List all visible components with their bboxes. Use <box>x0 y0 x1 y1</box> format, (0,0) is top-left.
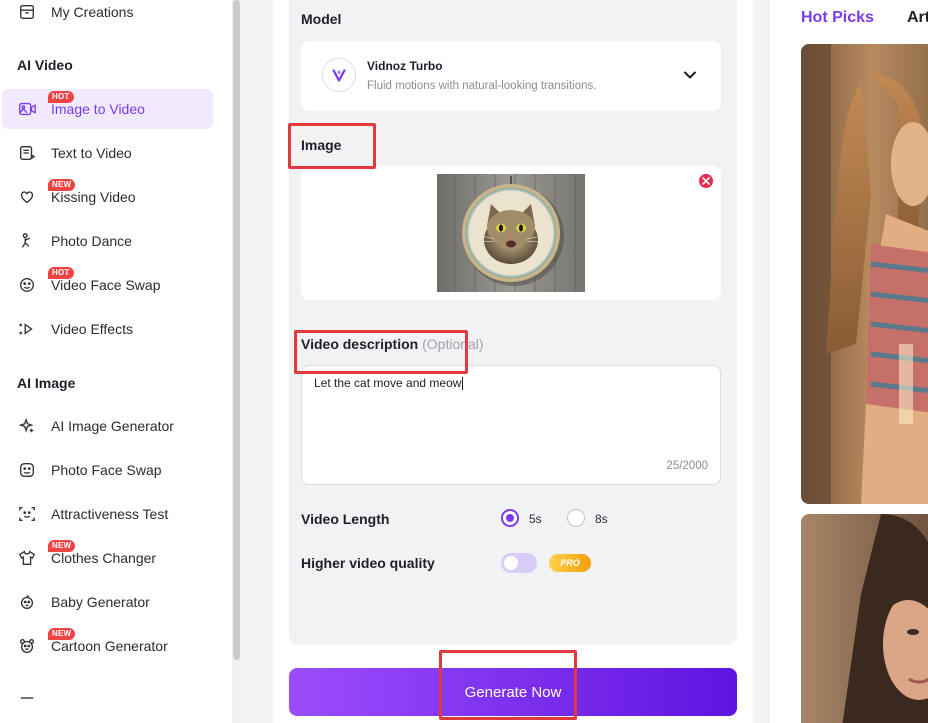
higher-quality-toggle[interactable] <box>501 553 537 573</box>
sidebar-item-label: Text to Video <box>51 145 132 161</box>
sidebar-item-my-creations[interactable]: My Creations <box>0 0 213 32</box>
sidebar-item-clothes-changer[interactable]: NEW Clothes Changer <box>0 538 213 578</box>
new-badge: NEW <box>48 628 76 640</box>
sidebar-item-label: Cartoon Generator <box>51 638 168 654</box>
tab-art[interactable]: Art <box>907 9 928 27</box>
sidebar-item-label: Clothes Changer <box>51 550 157 566</box>
sidebar-item-label: Photo Face Swap <box>51 462 162 478</box>
sidebar-item-video-face-swap[interactable]: HOT Video Face Swap <box>0 265 213 305</box>
pro-badge: PRO <box>549 554 591 572</box>
gallery-image-1[interactable] <box>801 44 928 504</box>
sidebar-item-ai-image-generator[interactable]: AI Image Generator <box>0 406 213 446</box>
tab-hot-picks[interactable]: Hot Picks <box>801 9 874 27</box>
sidebar-item-label: Image to Video <box>51 101 145 117</box>
text-caret <box>462 377 464 391</box>
cartoon-face-icon: NEW <box>17 628 76 656</box>
optional-hint: (Optional) <box>422 336 484 352</box>
sparkles-icon <box>17 416 37 436</box>
more-icon <box>17 688 37 708</box>
length-radio-8s[interactable] <box>567 509 585 527</box>
scrollbar-thumb[interactable] <box>233 0 240 660</box>
text-doc-icon <box>17 143 37 163</box>
sidebar-item-label: Attractiveness Test <box>51 506 169 522</box>
image-label: Image <box>301 137 342 153</box>
vidnoz-logo-icon <box>322 58 356 92</box>
sidebar-item-video-effects[interactable]: Video Effects <box>0 309 213 349</box>
face-swap-icon: HOT <box>17 267 74 295</box>
higher-quality-label: Higher video quality <box>301 555 435 571</box>
sidebar-item-partial[interactable] <box>0 678 213 718</box>
video-description-textarea[interactable]: Let the cat move and meow 25/2000 <box>301 365 721 485</box>
sidebar-item-label: Video Face Swap <box>51 277 161 293</box>
face-icon <box>17 460 37 480</box>
sidebar-item-text-to-video[interactable]: Text to Video <box>0 133 213 173</box>
sidebar-item-cartoon-generator[interactable]: NEW Cartoon Generator <box>0 626 213 666</box>
sidebar-scrollbar[interactable] <box>232 0 241 723</box>
length-radio-5s[interactable] <box>501 509 519 527</box>
sidebar-item-image-to-video[interactable]: HOT Image to Video <box>2 89 213 129</box>
model-description: Fluid motions with natural-looking trans… <box>367 80 597 92</box>
video-description-value: Let the cat move and meow <box>314 376 464 391</box>
shirt-icon: NEW <box>17 540 76 568</box>
sidebar-item-label: Kissing Video <box>51 189 136 205</box>
dance-icon <box>17 231 37 251</box>
sidebar-item-label: Baby Generator <box>51 594 150 610</box>
sidebar-item-label: My Creations <box>51 4 134 20</box>
sidebar-item-attractiveness-test[interactable]: Attractiveness Test <box>0 494 213 534</box>
sparkle-play-icon <box>17 319 37 339</box>
sidebar: My Creations AI Video HOT Image to Video… <box>0 0 232 723</box>
section-title-ai-video: AI Video <box>17 57 73 73</box>
model-name: Vidnoz Turbo <box>367 59 443 73</box>
chevron-down-icon[interactable] <box>683 68 697 87</box>
hot-badge: HOT <box>48 91 74 103</box>
sidebar-item-photo-face-swap[interactable]: Photo Face Swap <box>0 450 213 490</box>
image-video-icon: HOT <box>17 91 74 119</box>
model-label: Model <box>301 11 342 27</box>
archive-icon <box>17 2 37 22</box>
description-text: Let the cat move and meow <box>314 376 462 390</box>
section-title-ai-image: AI Image <box>17 375 76 391</box>
sidebar-item-kissing-video[interactable]: NEW Kissing Video <box>0 177 213 217</box>
length-option-5s[interactable]: 5s <box>529 512 542 526</box>
right-gallery: Hot Picks Art <box>770 0 928 723</box>
video-description-title: Video description <box>301 336 419 352</box>
image-upload-area[interactable] <box>301 166 721 300</box>
length-option-8s[interactable]: 8s <box>595 512 608 526</box>
baby-icon <box>17 592 37 612</box>
new-badge: NEW <box>48 540 76 552</box>
sidebar-item-photo-dance[interactable]: Photo Dance <box>0 221 213 261</box>
gallery-image-2[interactable] <box>801 514 928 723</box>
sidebar-item-label: Photo Dance <box>51 233 132 249</box>
face-scan-icon <box>17 504 37 524</box>
model-select[interactable]: Vidnoz Turbo Fluid motions with natural-… <box>301 41 721 111</box>
hot-badge: HOT <box>48 267 74 279</box>
uploaded-image-thumbnail <box>437 174 585 292</box>
video-length-label: Video Length <box>301 511 390 527</box>
character-counter: 25/2000 <box>666 460 708 472</box>
sidebar-item-baby-generator[interactable]: Baby Generator <box>0 582 213 622</box>
generate-now-button[interactable]: Generate Now <box>289 668 737 716</box>
sidebar-item-label: AI Image Generator <box>51 418 174 434</box>
remove-image-button[interactable] <box>699 174 713 188</box>
new-badge: NEW <box>48 179 76 191</box>
video-description-label: Video description (Optional) <box>301 336 484 352</box>
heart-icon: NEW <box>17 179 76 207</box>
sidebar-item-label: Video Effects <box>51 321 133 337</box>
